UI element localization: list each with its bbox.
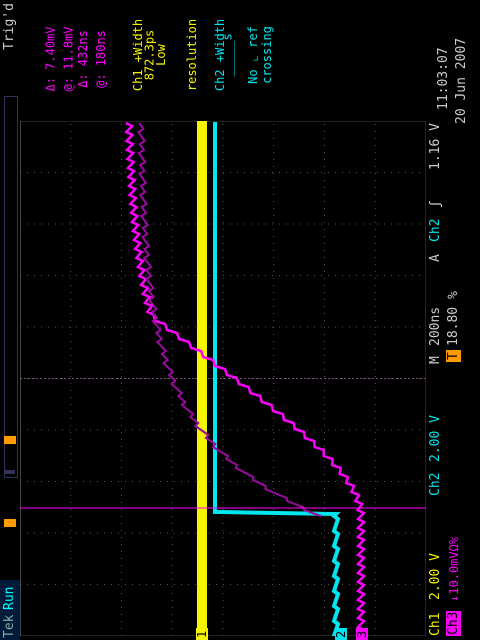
ch2-meas-note1: No ⌞ ref [245,26,260,84]
cursor-readout: Δ: 7.40mV @: 11.8mV Δ: 432ns @: 180ns [44,0,108,110]
time: 11:03:07 [436,47,451,110]
trigger-position-marker[interactable] [4,519,16,527]
tek-logo: Tek [2,614,17,638]
graticule [20,121,426,636]
cursor-at-t: @: 180ns [93,30,108,88]
timebase-label[interactable]: M [428,356,443,364]
ch2-marker[interactable]: 2 [334,628,348,640]
ch1-meas-note2: resolution [185,18,200,92]
settings-bar: Ch1 2.00 V Ch2 2.00 V M 200ns A Ch2 ʃ 1.… [426,0,480,640]
trigger-label[interactable]: A [428,254,443,262]
cursor-delta-t: Δ: 432ns [75,30,90,88]
measurement-readout: Ch1 +Width 872.3ps Low resolution Ch2 +W… [131,0,274,110]
record-bar [4,96,18,478]
date: 20 Jun 2007 [454,37,469,124]
trigger-slope-icon: ʃ [428,200,443,208]
ch2-meas-value: _____s [220,33,235,77]
ch2-meas-note2: crossing [259,26,274,84]
ch1-scale[interactable]: 2.00 V [428,553,443,600]
run-state: Run [2,586,17,610]
timebase-scale[interactable]: 200ns [428,307,443,346]
trigger-status: Trig'd [2,3,17,50]
run-indicator: Tek Run [0,580,20,640]
ch3-scale[interactable]: ↓10.0mVΩ% [447,537,461,602]
cursor-at-v: @: 11.8mV [61,26,76,92]
ch1-trace [197,121,207,636]
trigger-channel[interactable]: Ch2 [428,219,443,242]
expansion-point-marker[interactable] [4,436,16,444]
position-icon: T [446,350,461,362]
trigger-level[interactable]: 1.16 V [428,123,443,170]
ch1-label[interactable]: Ch1 [428,613,443,636]
record-bar-window [5,470,15,474]
ch3-label[interactable]: Ch3 [446,610,461,636]
horizontal-position[interactable]: 18.80 % [446,291,461,346]
top-bar: Tek Run Trig'd [0,0,20,640]
ch2-label[interactable]: Ch2 [428,473,443,496]
ch3-trace [124,121,367,636]
ch3-reference-trace [137,122,322,517]
grid-lines [20,121,426,636]
ch3-marker[interactable]: 3 [355,628,369,640]
cursor-delta-v: Δ: 7.40mV [43,26,58,92]
ch2-scale[interactable]: 2.00 V [428,415,443,462]
ch1-meas-note1: Low [153,44,168,66]
ch1-marker[interactable]: 1 [195,628,209,640]
